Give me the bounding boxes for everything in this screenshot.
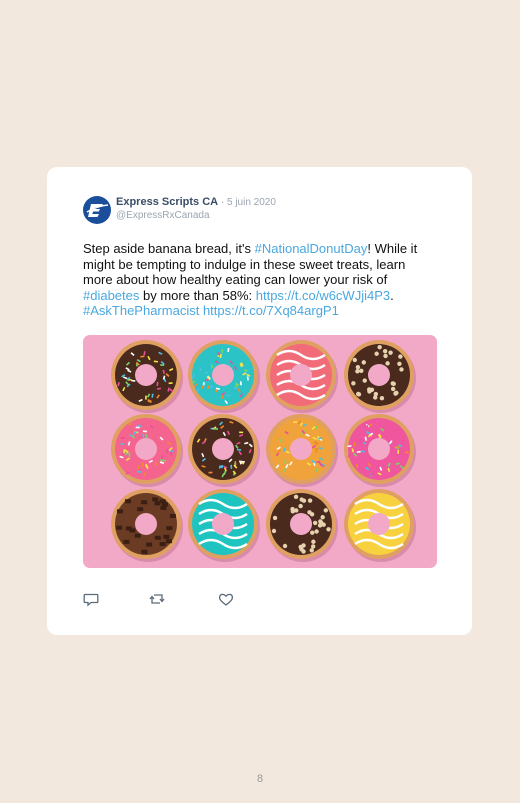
donut	[188, 489, 260, 562]
tweet-text: Step aside banana bread, it's #NationalD…	[83, 241, 435, 319]
author-line: Express Scripts CA · 5 juin 2020	[116, 196, 276, 208]
page-number: 8	[256, 773, 264, 785]
tweet-actions	[83, 591, 283, 607]
donut	[111, 414, 183, 487]
donut	[188, 340, 260, 413]
author-handle[interactable]: @ExpressRxCanada	[116, 210, 210, 221]
link-1[interactable]: https://t.co/w6cWJji4P3	[256, 288, 390, 303]
retweet-icon[interactable]	[149, 591, 165, 607]
like-icon[interactable]	[218, 591, 234, 607]
hashtag-ask-the-pharmacist[interactable]: #AskThePharmacist	[83, 303, 199, 318]
hashtag-national-donut-day[interactable]: #NationalDonutDay	[255, 241, 368, 256]
link-2[interactable]: https://t.co/7Xq84argP1	[203, 303, 339, 318]
text-segment: .	[390, 287, 394, 303]
donut	[188, 414, 260, 487]
hashtag-diabetes[interactable]: #diabetes	[83, 288, 139, 303]
donut	[111, 489, 183, 562]
reply-icon[interactable]	[83, 591, 99, 607]
date-separator: ·	[218, 197, 227, 208]
donut	[344, 414, 416, 487]
donut	[266, 489, 338, 562]
donut	[266, 414, 338, 487]
donut	[266, 340, 338, 413]
author-name[interactable]: Express Scripts CA	[116, 196, 218, 208]
donuts-illustration	[111, 340, 416, 562]
tweet-card: Express Scripts CA · 5 juin 2020 @Expres…	[47, 167, 472, 635]
text-segment: by more than 58%:	[139, 287, 256, 303]
donuts-photo[interactable]	[83, 335, 437, 568]
donut	[111, 340, 183, 413]
text-segment: Step aside banana bread, it's	[83, 241, 255, 256]
donut	[344, 489, 416, 562]
post-date[interactable]: 5 juin 2020	[227, 197, 276, 208]
express-scripts-logo-icon[interactable]	[83, 196, 111, 224]
donut	[344, 340, 416, 413]
